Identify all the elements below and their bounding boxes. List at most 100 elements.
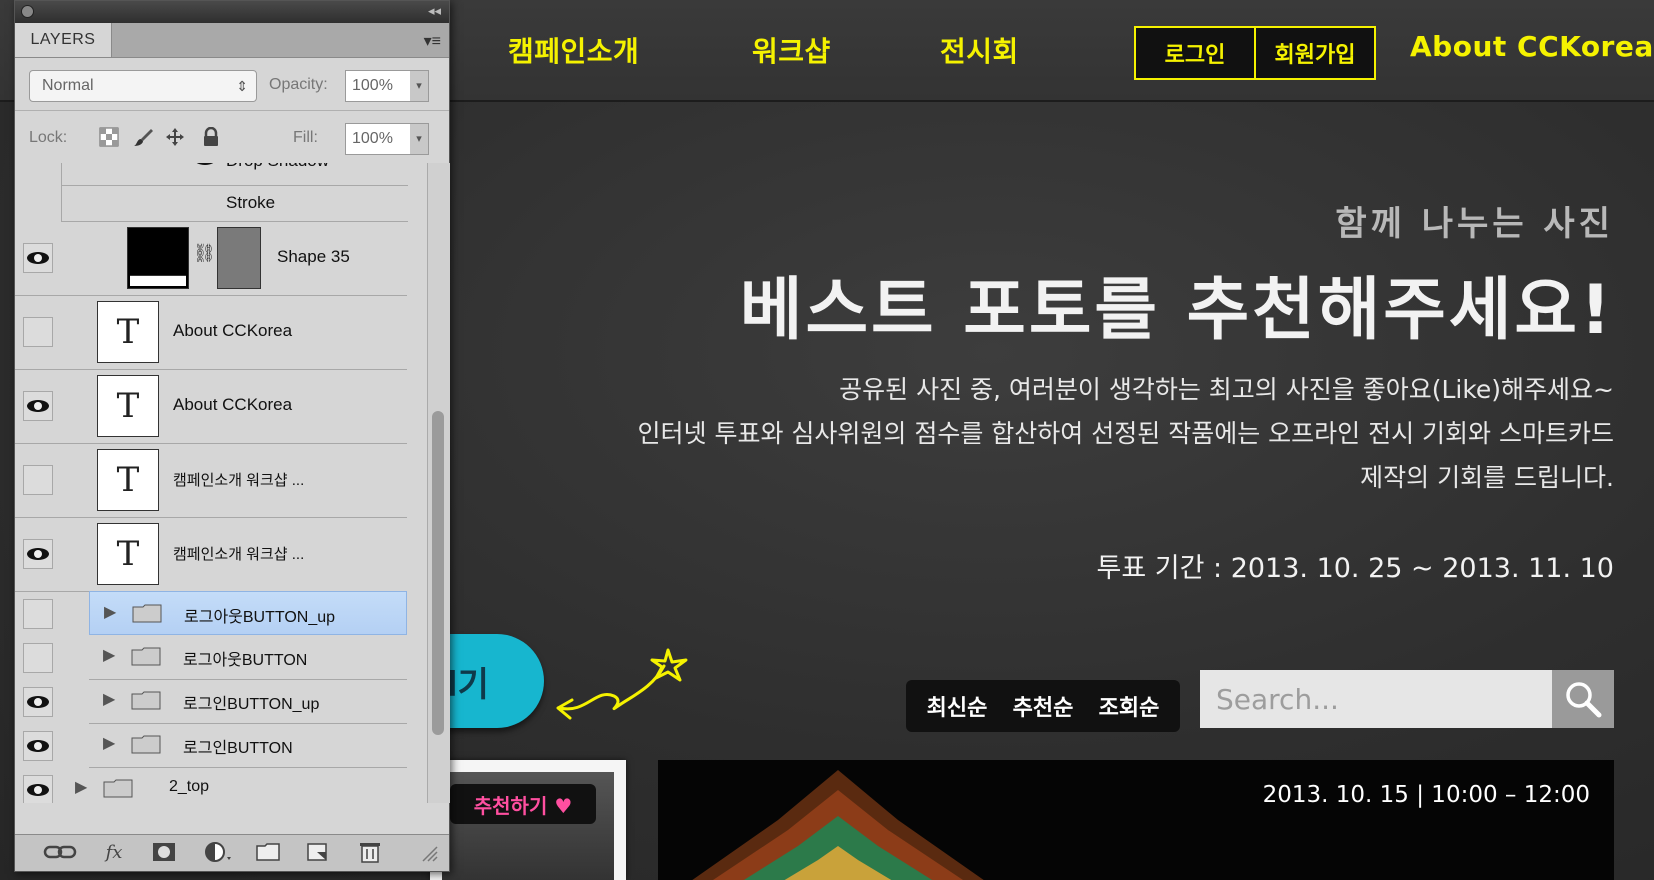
nav-about[interactable]: About CCKorea <box>1410 30 1654 63</box>
visibility-toggle[interactable] <box>23 599 53 629</box>
hero-description: 공유된 사진 중, 여러분이 생각하는 최고의 사진을 좋아요(Like)해주세… <box>638 368 1614 500</box>
sort-recommended[interactable]: 추천순 <box>1013 690 1074 722</box>
fx-icon[interactable]: fx <box>99 841 129 863</box>
lock-all-icon[interactable] <box>201 127 221 147</box>
text-layer-icon: T <box>97 301 159 363</box>
effect-name: Stroke <box>226 193 276 212</box>
expand-triangle-icon[interactable]: ▶ <box>103 689 115 709</box>
eye-icon[interactable] <box>194 163 216 165</box>
folder-icon <box>132 604 162 623</box>
lock-position-move-icon[interactable] <box>165 127 185 147</box>
visibility-toggle[interactable] <box>23 243 53 273</box>
expand-triangle-icon[interactable]: ▶ <box>104 602 116 622</box>
layer-row[interactable]: T About CCKorea <box>15 369 407 444</box>
tab-layers[interactable]: LAYERS <box>15 23 112 57</box>
scroll-thumb[interactable] <box>432 411 444 735</box>
search-input[interactable] <box>1200 670 1552 728</box>
blend-row: Normal ⇕ Opacity: 100% ▾ <box>15 58 449 111</box>
hero-desc-line: 인터넷 투표와 심사위원의 점수를 합산하여 선정된 작품에는 오프라인 전시 … <box>637 419 1614 448</box>
sort-options: 최신순 추천순 조회순 <box>906 680 1180 732</box>
dropdown-arrow-icon[interactable]: ▾ <box>410 71 428 101</box>
login-button[interactable]: 로그인 <box>1136 28 1254 78</box>
layer-group-row[interactable]: ▶ 로그아웃BUTTON <box>89 635 407 680</box>
dropdown-arrow-icon[interactable]: ▾ <box>410 124 428 154</box>
layer-group-row[interactable]: ▶ 로그인BUTTON <box>89 723 407 768</box>
lock-transparency-icon[interactable] <box>99 127 119 147</box>
event-photo-card[interactable]: 2013. 10. 15 | 10:00 – 12:00 <box>658 760 1614 880</box>
folder-icon <box>131 647 161 666</box>
text-layer-icon: T <box>97 523 159 585</box>
new-layer-icon[interactable] <box>305 841 331 863</box>
expand-triangle-icon[interactable]: ▶ <box>75 777 87 797</box>
search-button[interactable] <box>1552 670 1614 728</box>
fill-field[interactable]: 100% ▾ <box>345 123 429 155</box>
resize-grip-icon[interactable] <box>417 841 439 863</box>
group-folder-icon[interactable] <box>255 841 281 863</box>
layer-name: 로그아웃BUTTON <box>183 652 308 669</box>
nav-exhibition[interactable]: 전시회 <box>940 30 1019 70</box>
hero-desc-line: 제작의 기회를 드립니다. <box>1360 463 1614 492</box>
sort-views[interactable]: 조회순 <box>1099 690 1160 722</box>
collapse-icon[interactable]: ◂◂ <box>428 3 441 19</box>
eye-icon <box>27 696 49 708</box>
opacity-value: 100% <box>352 77 393 94</box>
link-icon[interactable] <box>43 841 77 863</box>
visibility-toggle[interactable] <box>23 391 53 421</box>
adjustment-icon[interactable] <box>203 841 233 863</box>
eye-icon <box>27 740 49 752</box>
layers-panel: ◂◂ LAYERS ▾≡ Normal ⇕ Opacity: 100% ▾ Lo… <box>14 0 450 872</box>
visibility-toggle[interactable] <box>23 643 53 673</box>
layer-row[interactable]: ⛓ Shape 35 <box>15 221 407 296</box>
layers-scrollbar[interactable] <box>427 163 450 803</box>
mask-icon[interactable] <box>151 841 177 863</box>
visibility-toggle[interactable] <box>23 539 53 569</box>
trash-icon[interactable] <box>357 841 383 863</box>
visibility-toggle[interactable] <box>23 465 53 495</box>
hero-title: 베스트 포토를 추천해주세요! <box>739 271 1614 350</box>
folder-icon <box>131 735 161 754</box>
search-icon <box>1566 682 1602 718</box>
layer-row[interactable]: T 캠페인소개 워크샵 ... <box>15 443 407 518</box>
blend-mode-select[interactable]: Normal ⇕ <box>29 70 257 102</box>
expand-triangle-icon[interactable]: ▶ <box>103 645 115 665</box>
auth-button-group: 로그인 회원가입 <box>1134 26 1376 80</box>
vector-mask-thumbnail <box>217 227 261 289</box>
layer-group-row-selected[interactable]: ▶ 로그아웃BUTTON_up <box>89 591 407 635</box>
panel-tab-row: LAYERS ▾≡ <box>15 23 449 58</box>
effect-row[interactable]: Stroke <box>61 185 408 222</box>
layer-row[interactable]: T About CCKorea <box>15 295 407 370</box>
recommend-button[interactable]: 추천하기 ♥ <box>450 784 596 824</box>
panel-menu-icon[interactable]: ▾≡ <box>424 31 441 51</box>
signup-button[interactable]: 회원가입 <box>1254 28 1374 78</box>
voting-period: 투표 기간 : 2013. 10. 25 ~ 2013. 11. 10 <box>1096 553 1614 584</box>
visibility-toggle[interactable] <box>23 775 53 803</box>
lock-row: Lock: Fill: 100% ▾ <box>15 111 449 164</box>
layer-name: 캠페인소개 워크샵 ... <box>173 472 305 489</box>
event-date: 2013. 10. 15 | 10:00 – 12:00 <box>1262 782 1590 808</box>
sort-latest[interactable]: 최신순 <box>927 690 988 722</box>
eye-icon <box>27 400 49 412</box>
text-layer-icon: T <box>97 375 159 437</box>
layer-row[interactable]: T 캠페인소개 워크샵 ... <box>15 517 407 592</box>
link-chain-icon[interactable]: ⛓ <box>193 243 216 264</box>
visibility-toggle[interactable] <box>23 687 53 717</box>
effect-row[interactable]: Drop Shadow <box>61 163 408 186</box>
lock-pixels-brush-icon[interactable] <box>133 127 153 147</box>
blend-mode-value: Normal <box>42 77 94 94</box>
opacity-field[interactable]: 100% ▾ <box>345 70 429 102</box>
folder-icon <box>131 691 161 710</box>
close-icon[interactable] <box>21 5 34 18</box>
layer-name: About CCKorea <box>173 395 293 414</box>
folder-icon <box>103 779 133 798</box>
layer-name: About CCKorea <box>173 321 293 340</box>
visibility-toggle[interactable] <box>23 317 53 347</box>
layer-group-row[interactable]: ▶ 2_top <box>61 767 407 803</box>
visibility-toggle[interactable] <box>23 731 53 761</box>
pavilion-roof-image <box>692 770 984 880</box>
nav-campaign[interactable]: 캠페인소개 <box>508 30 639 70</box>
layer-group-row[interactable]: ▶ 로그인BUTTON_up <box>89 679 407 724</box>
nav-workshop[interactable]: 워크샵 <box>752 30 831 70</box>
panel-titlebar[interactable]: ◂◂ <box>15 1 449 23</box>
expand-triangle-icon[interactable]: ▶ <box>103 733 115 753</box>
hero-desc-line: 공유된 사진 중, 여러분이 생각하는 최고의 사진을 좋아요(Like)해주세… <box>839 375 1614 404</box>
